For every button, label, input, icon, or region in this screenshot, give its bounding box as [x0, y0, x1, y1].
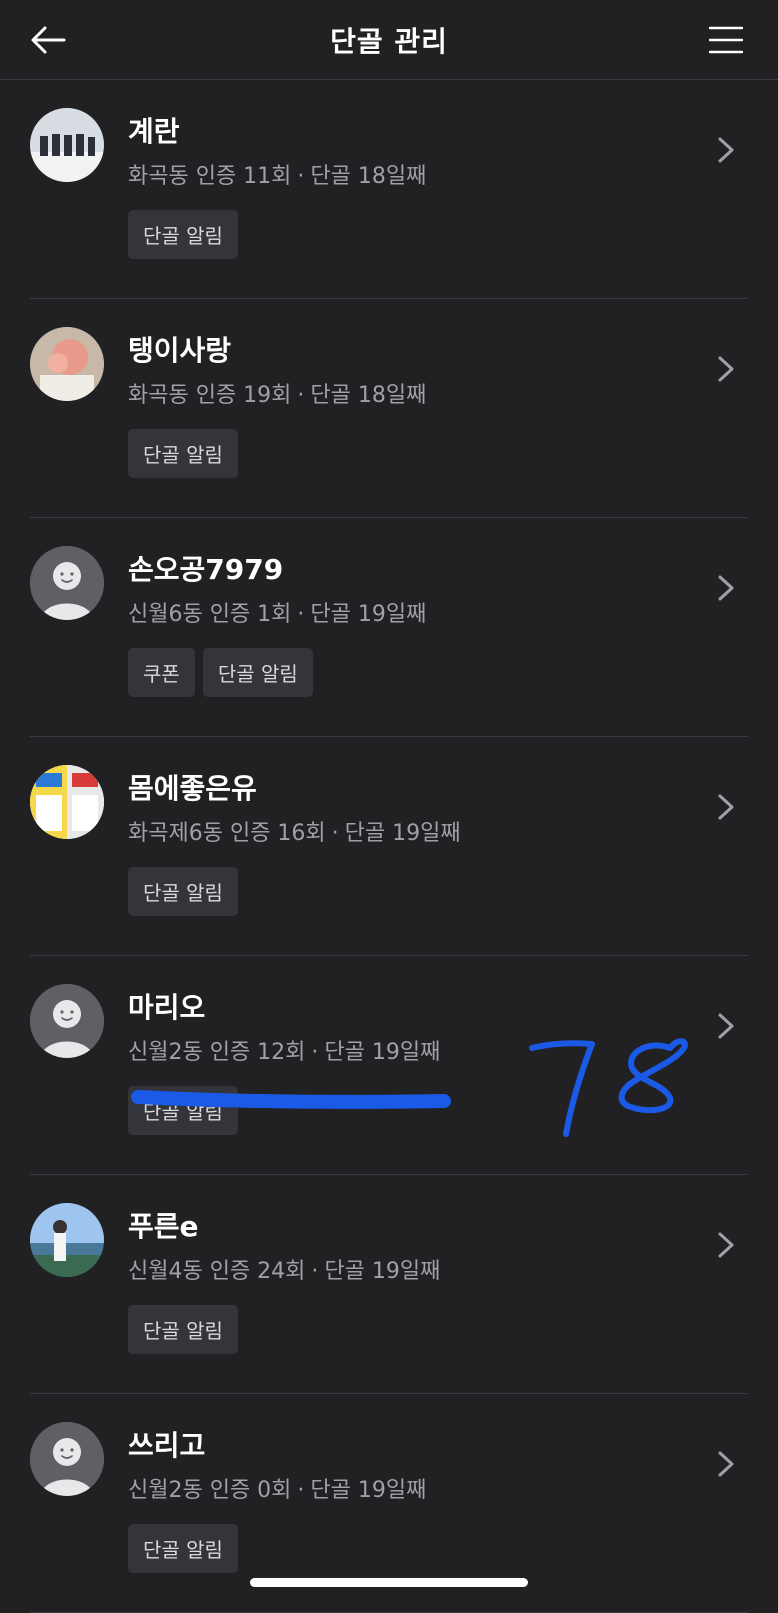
tag-chip[interactable]: 단골 알림 [128, 867, 238, 916]
customer-meta: 신월6동 인증 1회 · 단골 19일째 [128, 596, 426, 628]
tag-group: 단골 알림 [128, 867, 238, 916]
separator-dot: · [311, 1040, 319, 1065]
regular-days: 단골 19일째 [310, 602, 427, 627]
default-avatar-icon [30, 984, 104, 1058]
customer-row[interactable]: 몸에좋은유화곡제6동 인증 16회 · 단골 19일째단골 알림 [30, 737, 748, 956]
customer-name: 계란 [128, 115, 180, 148]
customer-meta: 신월4동 인증 24회 · 단골 19일째 [128, 1253, 440, 1285]
default-avatar-icon [30, 1422, 104, 1496]
chevron-button[interactable] [714, 1450, 738, 1478]
chevron-right-icon [718, 575, 734, 601]
chevron-button[interactable] [714, 1012, 738, 1040]
photo-avatar [30, 327, 104, 401]
avatar [30, 1422, 104, 1496]
separator-dot: · [297, 383, 305, 408]
page-title: 단골 관리 [330, 25, 448, 58]
photo-avatar [30, 1203, 104, 1277]
chevron-right-icon [718, 794, 734, 820]
separator-dot: · [297, 1478, 305, 1503]
tag-chip[interactable]: 단골 알림 [128, 1086, 238, 1135]
tag-chip[interactable]: 단골 알림 [128, 210, 238, 259]
verification-count: 신월2동 인증 0회 [128, 1478, 292, 1503]
menu-button[interactable] [704, 20, 748, 60]
regular-days: 단골 18일째 [310, 164, 427, 189]
tag-group: 단골 알림 [128, 429, 238, 478]
verification-count: 신월4동 인증 24회 [128, 1259, 306, 1284]
verification-count: 화곡동 인증 19회 [128, 383, 292, 408]
avatar [30, 984, 104, 1058]
avatar [30, 1203, 104, 1277]
regular-days: 단골 19일째 [310, 1478, 427, 1503]
customer-meta: 화곡제6동 인증 16회 · 단골 19일째 [128, 815, 461, 847]
separator-dot: · [297, 602, 305, 627]
tag-group: 단골 알림 [128, 1086, 238, 1135]
chevron-button[interactable] [714, 574, 738, 602]
customer-name: 손오공7979 [128, 553, 284, 586]
regular-days: 단골 19일째 [324, 1040, 441, 1065]
customer-row[interactable]: 푸른e 신월4동 인증 24회 · 단골 19일째단골 알림 [30, 1175, 748, 1394]
customer-name: 쓰리고 [128, 1429, 206, 1462]
hamburger-menu-icon [709, 26, 743, 54]
verification-count: 화곡제6동 인증 16회 [128, 821, 326, 846]
tag-chip[interactable]: 단골 알림 [128, 1305, 238, 1354]
avatar [30, 546, 104, 620]
tag-group: 단골 알림 [128, 1524, 238, 1573]
regular-days: 단골 19일째 [344, 821, 461, 846]
chevron-button[interactable] [714, 793, 738, 821]
chevron-button[interactable] [714, 355, 738, 383]
regular-days: 단골 18일째 [310, 383, 427, 408]
tag-group: 쿠폰 단골 알림 [128, 648, 313, 697]
regular-customer-list: 계란 화곡동 인증 11회 · 단골 18일째 단골 알림 탱이사랑 화곡동 인증 19회 ·… [0, 80, 778, 1613]
tag-group: 단골 알림 [128, 210, 238, 259]
separator-dot: · [297, 164, 305, 189]
tag-chip[interactable]: 단골 알림 [128, 429, 238, 478]
customer-meta: 신월2동 인증 12회 · 단골 19일째 [128, 1034, 440, 1066]
photo-avatar [30, 108, 104, 182]
regular-days: 단골 19일째 [324, 1259, 441, 1284]
home-indicator [250, 1578, 528, 1587]
tag-chip[interactable]: 단골 알림 [128, 1524, 238, 1573]
avatar [30, 765, 104, 839]
tag-group: 단골 알림 [128, 1305, 238, 1354]
separator-dot: · [311, 1259, 319, 1284]
customer-meta: 신월2동 인증 0회 · 단골 19일째 [128, 1472, 426, 1504]
verification-count: 화곡동 인증 11회 [128, 164, 292, 189]
avatar [30, 327, 104, 401]
tag-chip[interactable]: 쿠폰 [128, 648, 195, 697]
customer-name: 푸른e [128, 1210, 199, 1243]
chevron-right-icon [718, 1451, 734, 1477]
default-avatar-icon [30, 546, 104, 620]
chevron-button[interactable] [714, 136, 738, 164]
app-header: 단골 관리 [0, 0, 778, 80]
customer-row[interactable]: 탱이사랑화곡동 인증 19회 · 단골 18일째단골 알림 [30, 299, 748, 518]
chevron-right-icon [718, 356, 734, 382]
customer-name: 탱이사랑 [128, 334, 232, 367]
avatar [30, 108, 104, 182]
customer-meta: 화곡동 인증 19회 · 단골 18일째 [128, 377, 426, 409]
tag-chip[interactable]: 단골 알림 [202, 648, 313, 697]
separator-dot: · [331, 821, 339, 846]
customer-meta: 화곡동 인증 11회 · 단골 18일째 [128, 158, 426, 190]
chevron-right-icon [718, 1232, 734, 1258]
customer-row[interactable]: 마리오신월2동 인증 12회 · 단골 19일째단골 알림 [30, 956, 748, 1175]
customer-name: 마리오 [128, 991, 206, 1024]
verification-count: 신월2동 인증 12회 [128, 1040, 306, 1065]
photo-avatar [30, 765, 104, 839]
customer-name: 몸에좋은유 [128, 772, 257, 805]
chevron-button[interactable] [714, 1231, 738, 1259]
chevron-right-icon [718, 137, 734, 163]
verification-count: 신월6동 인증 1회 [128, 602, 292, 627]
customer-row[interactable]: 계란화곡동 인증 11회 · 단골 18일째단골 알림 [30, 80, 748, 299]
customer-row[interactable]: 손오공7979 신월6동 인증 1회 · 단골 19일째쿠폰 단골 알림 [30, 518, 748, 737]
chevron-right-icon [718, 1013, 734, 1039]
